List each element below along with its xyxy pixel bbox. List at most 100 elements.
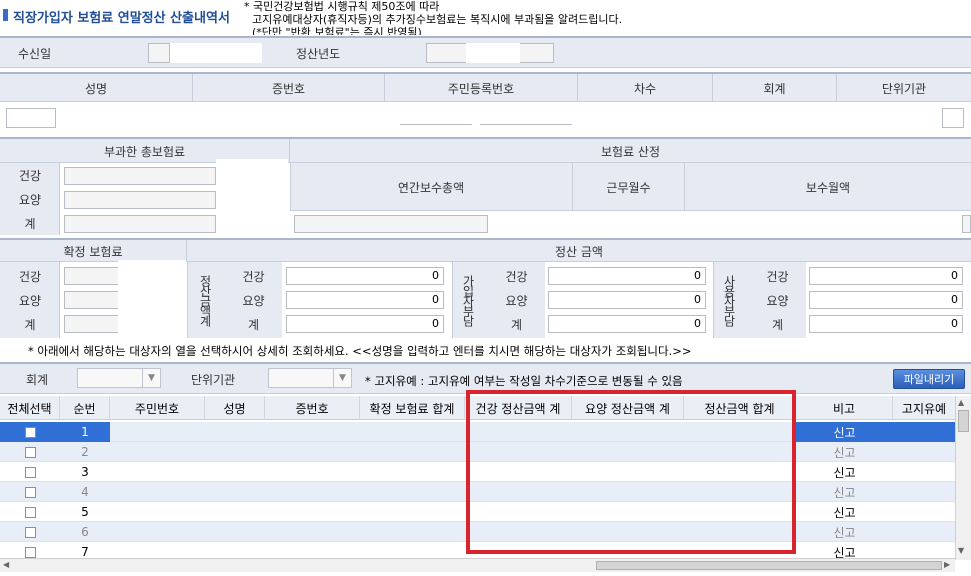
g2-total: 계 <box>510 317 523 332</box>
group2-label: 가입자부담 <box>461 275 475 325</box>
download-button[interactable]: 파일내리기 <box>893 369 965 389</box>
resident-no-back <box>480 124 572 125</box>
title-marker <box>3 9 8 21</box>
months-label: 근무월수 <box>573 163 685 211</box>
g1-health: 건강 <box>242 269 265 284</box>
row-number: 2 <box>81 445 89 459</box>
g3-health: 건강 <box>766 269 789 284</box>
g2-care: 요양 <box>505 293 528 308</box>
person-section: 성명 증번호 주민등록번호 차수 회계 단위기관 <box>0 72 971 132</box>
row-checkbox[interactable] <box>24 466 36 478</box>
annual-pay-input[interactable] <box>294 215 488 233</box>
col-account: 회계 <box>713 74 837 102</box>
row-checkbox[interactable] <box>24 546 36 558</box>
unit-input[interactable] <box>942 108 964 128</box>
monthly-pay-label: 보수월액 <box>805 180 851 195</box>
row-checkbox[interactable] <box>24 506 36 518</box>
scroll-thumb[interactable] <box>958 410 969 432</box>
row-remark: 신고 <box>833 525 856 540</box>
confirmed-care-input[interactable] <box>64 291 124 309</box>
result-grid: 전체선택 순번 주민번호 성명 증번호 확정 보험료 합계 건강 정산금액 계 … <box>0 390 971 576</box>
col-name: 성명 <box>0 74 193 102</box>
row-number: 3 <box>81 465 89 479</box>
account-select[interactable]: ▼ <box>77 368 161 388</box>
name-input[interactable] <box>6 108 56 128</box>
imposed-value-box <box>216 159 288 235</box>
col-unit: 단위기관 <box>881 81 927 96</box>
confirmed-row-care: 요양 <box>18 293 42 308</box>
horizontal-scrollbar[interactable]: ◀ ▶ <box>0 558 955 572</box>
imposed-total-input[interactable] <box>64 215 216 233</box>
scroll-left-icon[interactable]: ◀ <box>3 560 9 569</box>
settle-amount-title: 정산 금액 <box>555 244 603 259</box>
imposed-health-input[interactable] <box>64 167 216 185</box>
group3-label: 사용자부담 <box>722 275 736 325</box>
instruction-text: * 아래에서 해당하는 대상자의 열을 선택하시어 상세히 조회하세요. <<성… <box>28 344 692 358</box>
col-round: 차수 <box>578 74 713 102</box>
settle-year-label: 정산년도 <box>296 47 341 61</box>
row-remark: 신고 <box>796 422 893 442</box>
g1-health-value[interactable]: 0 <box>286 267 444 285</box>
g2-health-value[interactable]: 0 <box>548 267 706 285</box>
confirmed-value-box <box>118 260 186 336</box>
col-person-name: 성명 <box>205 396 265 420</box>
g1-care: 요양 <box>242 293 265 308</box>
g2-health: 건강 <box>505 269 528 284</box>
annual-pay-label: 연간보수총액 <box>290 163 573 211</box>
row-checkbox[interactable] <box>24 486 36 498</box>
row-remark: 신고 <box>833 465 856 480</box>
received-row: 수신일 정산년도 <box>0 36 971 68</box>
filter-unit-label: 단위기관 <box>191 373 236 387</box>
imposed-care-input[interactable] <box>64 191 216 209</box>
g2-total-value[interactable]: 0 <box>548 315 706 333</box>
calc-title: 보험료 산정 <box>600 144 660 159</box>
g3-health-value[interactable]: 0 <box>809 267 963 285</box>
col-confirmed-sum: 확정 보험료 합계 <box>360 396 465 420</box>
resident-no-front <box>400 124 472 125</box>
g3-total-value[interactable]: 0 <box>809 315 963 333</box>
row-remark: 신고 <box>833 445 856 460</box>
g2-care-value[interactable]: 0 <box>548 291 706 309</box>
premium-section: 부과한 총보험료 보험료 산정 건강 요양 계 연간보수총액 근무월수 보수월액 <box>0 137 971 235</box>
received-input[interactable] <box>148 43 170 63</box>
g1-care-value[interactable]: 0 <box>286 291 444 309</box>
col-select-all[interactable]: 전체선택 <box>0 396 60 420</box>
unit-select[interactable]: ▼ <box>268 368 352 388</box>
group1-label: 정산금액계 <box>198 275 212 325</box>
confirmed-total-input[interactable] <box>64 315 124 333</box>
g3-care: 요양 <box>766 293 789 308</box>
col-seq: 순번 <box>60 396 110 420</box>
hscroll-thumb[interactable] <box>596 561 942 570</box>
vertical-scrollbar[interactable]: ▲ ▼ <box>955 396 971 560</box>
col-resident-no: 주민등록번호 <box>385 74 578 102</box>
premium-row-care: 요양 <box>18 192 42 207</box>
scroll-up-icon[interactable]: ▲ <box>958 398 964 407</box>
row-select-cell <box>0 502 60 522</box>
col-deferral: 고지유예 <box>901 401 947 416</box>
row-select-cell <box>0 442 60 462</box>
row-checkbox[interactable] <box>24 446 36 458</box>
chevron-down-icon: ▼ <box>142 369 160 387</box>
monthly-pay-input[interactable] <box>962 215 971 233</box>
row-number: 4 <box>81 485 89 499</box>
row-checkbox[interactable] <box>24 526 36 538</box>
confirmed-row-health: 건강 <box>18 269 42 284</box>
confirmed-health-input[interactable] <box>64 267 124 285</box>
notice-line3: (*단만 "반환 보험료"는 즉시 반영됨) <box>252 26 422 35</box>
g1-total: 계 <box>247 317 260 332</box>
col-card-no: 증번호 <box>193 74 385 102</box>
row-select-cell <box>0 462 60 482</box>
row-number: 5 <box>81 505 89 519</box>
scroll-right-icon[interactable]: ▶ <box>944 560 950 569</box>
col-resident: 주민번호 <box>110 396 205 420</box>
g3-total: 계 <box>771 317 784 332</box>
row-select-cell <box>0 422 60 442</box>
row-checkbox[interactable] <box>24 426 36 438</box>
scroll-down-icon[interactable]: ▼ <box>958 546 964 555</box>
g1-total-value[interactable]: 0 <box>286 315 444 333</box>
confirmed-row-total: 계 <box>24 317 36 332</box>
row-select-cell <box>0 522 60 542</box>
g3-care-value[interactable]: 0 <box>809 291 963 309</box>
filter-account-label: 회계 <box>26 373 49 387</box>
filter-note: * 고지유예 : 고지유예 여부는 작성일 차수기준으로 변동될 수 있음 <box>365 374 683 388</box>
